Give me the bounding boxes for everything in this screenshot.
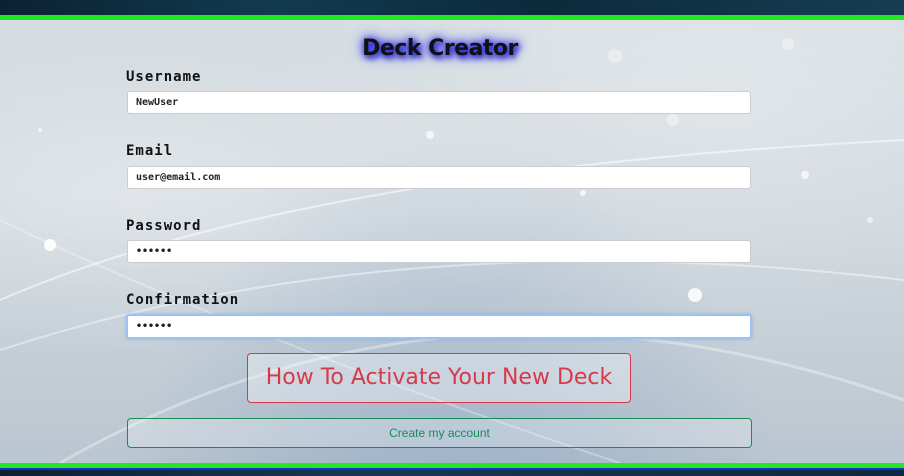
username-field[interactable]: NewUser [127, 91, 751, 114]
email-field[interactable]: user@email.com [127, 166, 751, 189]
page-background: Deck Creator Username NewUser Email user… [0, 0, 904, 476]
username-label: Username [126, 69, 202, 85]
email-label: Email [126, 143, 174, 159]
create-account-button[interactable]: Create my account [127, 418, 752, 448]
confirmation-label: Confirmation [126, 292, 240, 308]
top-space-band [0, 0, 904, 15]
page-title: Deck Creator [362, 36, 518, 61]
password-label: Password [126, 218, 202, 234]
password-field[interactable]: •••••• [127, 240, 751, 263]
how-to-activate-button[interactable]: How To Activate Your New Deck [247, 353, 631, 403]
bottom-space-band [0, 470, 904, 476]
top-green-stripe [0, 15, 904, 20]
confirmation-field[interactable]: •••••• [126, 314, 752, 339]
